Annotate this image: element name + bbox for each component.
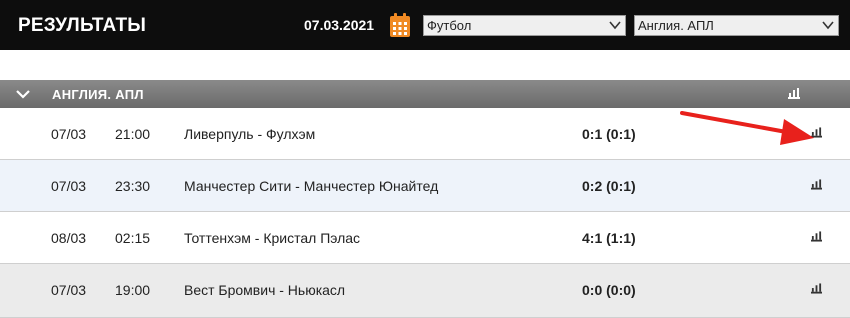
match-date: 07/03 — [51, 126, 87, 142]
match-score: 0:1 (0:1) — [582, 126, 636, 142]
sport-select[interactable]: Футбол — [423, 15, 626, 36]
chevron-down-icon[interactable] — [16, 89, 30, 99]
match-date: 07/03 — [51, 282, 87, 298]
match-time: 21:00 — [115, 126, 151, 142]
league-header[interactable]: АНГЛИЯ. АПЛ — [0, 80, 850, 108]
calendar-icon[interactable] — [389, 12, 411, 38]
match-row[interactable]: 07/03 23:30 Манчестер Сити - Манчестер Ю… — [0, 160, 850, 212]
chevron-down-icon — [822, 21, 834, 30]
selected-date[interactable]: 07.03.2021 — [304, 17, 374, 33]
match-row[interactable]: 07/03 19:00 Вест Бромвич - Ньюкасл 0:0 (… — [0, 264, 850, 318]
match-teams: Ливерпуль - Фулхэм — [184, 126, 316, 142]
stats-icon[interactable] — [811, 283, 822, 294]
match-time: 02:15 — [115, 230, 151, 246]
sport-select-value: Футбол — [427, 18, 472, 33]
match-row[interactable]: 08/03 02:15 Тоттенхэм - Кристал Пэлас 4:… — [0, 212, 850, 264]
stats-icon[interactable] — [811, 179, 822, 190]
league-select-value: Англия. АПЛ — [638, 18, 714, 33]
match-date: 08/03 — [51, 230, 87, 246]
page-title: РЕЗУЛЬТАТЫ — [18, 15, 147, 36]
match-teams: Тоттенхэм - Кристал Пэлас — [184, 230, 361, 246]
stats-icon[interactable] — [788, 88, 800, 99]
match-score: 0:2 (0:1) — [582, 178, 636, 194]
league-select[interactable]: Англия. АПЛ — [634, 15, 839, 36]
red-arrow — [680, 111, 814, 145]
match-teams: Манчестер Сити - Манчестер Юнайтед — [184, 178, 439, 194]
match-date: 07/03 — [51, 178, 87, 194]
match-score: 0:0 (0:0) — [582, 282, 636, 298]
spacer — [0, 50, 850, 80]
top-bar: РЕЗУЛЬТАТЫ 07.03.2021 Футбол Англия. АПЛ — [0, 0, 850, 50]
match-time: 23:30 — [115, 178, 151, 194]
match-teams: Вест Бромвич - Ньюкасл — [184, 282, 346, 298]
league-name: АНГЛИЯ. АПЛ — [52, 87, 144, 102]
stats-icon[interactable] — [811, 231, 822, 242]
match-score: 4:1 (1:1) — [582, 230, 636, 246]
match-time: 19:00 — [115, 282, 151, 298]
chevron-down-icon — [609, 21, 621, 30]
